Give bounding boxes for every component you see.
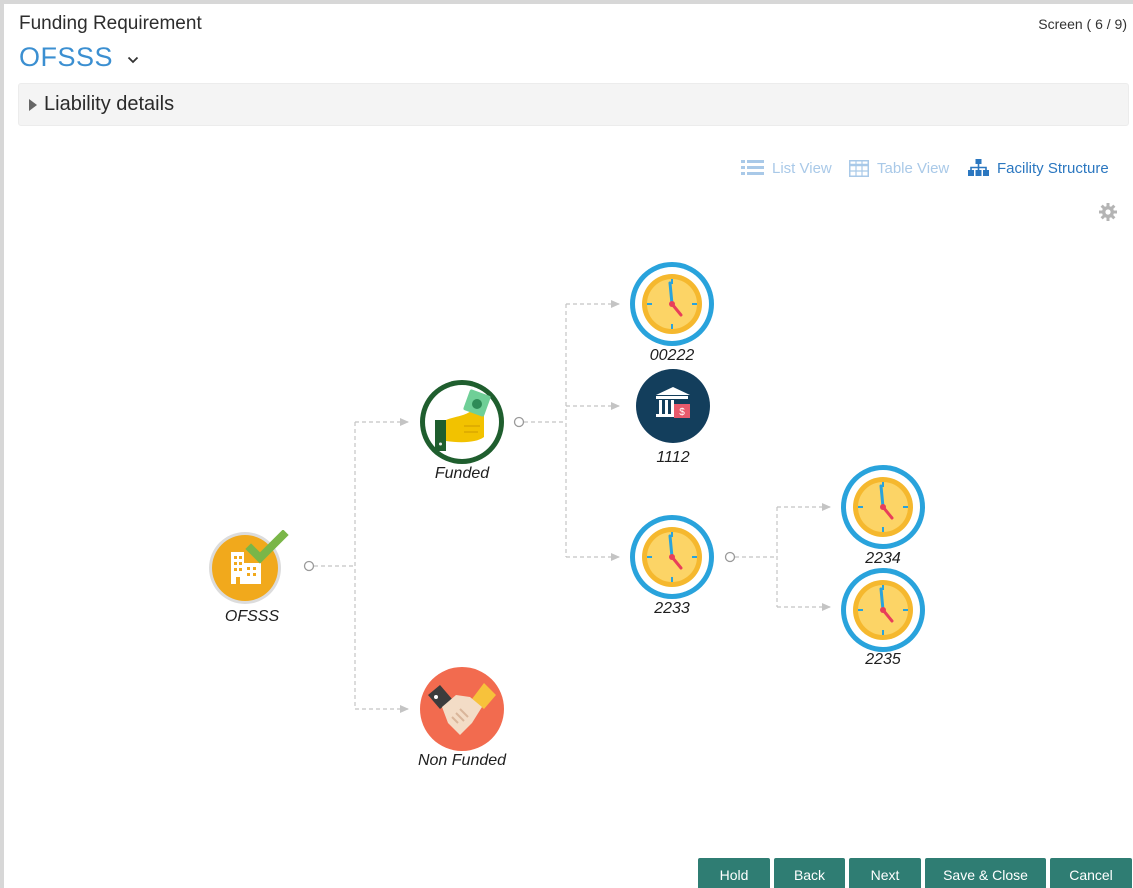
page-title: Funding Requirement — [19, 13, 202, 34]
facility-label-2233: 2233 — [654, 600, 690, 617]
list-view-label: List View — [772, 159, 832, 177]
building-check-icon — [209, 529, 289, 604]
back-button[interactable]: Back — [774, 858, 845, 888]
root-node-label: OFSSS — [224, 608, 280, 625]
handshake-icon — [420, 667, 504, 751]
bank-icon: $ — [636, 369, 710, 443]
non-funded-node[interactable] — [420, 667, 504, 751]
clock-icon — [630, 515, 714, 599]
facility-node-1112[interactable]: $ — [636, 369, 710, 443]
facility-node-2234[interactable] — [841, 465, 925, 549]
svg-text:$: $ — [679, 407, 685, 418]
table-view-toggle[interactable]: Table View — [849, 156, 949, 180]
non-funded-node-label: Non Funded — [417, 752, 507, 769]
funded-node[interactable] — [420, 380, 504, 464]
hierarchy-icon — [968, 159, 989, 177]
application-selector[interactable]: OFSSS — [19, 42, 139, 73]
table-view-label: Table View — [877, 159, 950, 177]
facility-label-1112: 1112 — [656, 449, 690, 466]
section-label: Liability details — [44, 93, 175, 115]
next-button[interactable]: Next — [849, 858, 921, 888]
table-icon — [849, 159, 869, 177]
clock-icon — [841, 465, 925, 549]
hold-button[interactable]: Hold — [698, 858, 770, 888]
gear-icon[interactable] — [1099, 203, 1117, 226]
root-node-ofsss[interactable] — [209, 529, 293, 606]
cancel-button[interactable]: Cancel — [1050, 858, 1132, 888]
screen-indicator: Screen ( 6 / 9) — [1038, 16, 1127, 32]
facility-node-00222[interactable] — [630, 262, 714, 346]
facility-node-2235[interactable] — [841, 568, 925, 652]
save-close-button[interactable]: Save & Close — [925, 858, 1046, 888]
liability-details-section[interactable]: Liability details — [18, 83, 1129, 126]
facility-label-2234: 2234 — [865, 550, 901, 567]
facility-structure-toggle[interactable]: Facility Structure — [968, 156, 1109, 180]
facility-label-2235: 2235 — [865, 651, 901, 668]
screen-frame — [0, 0, 1133, 888]
clock-icon — [630, 262, 714, 346]
chevron-down-icon — [127, 51, 139, 69]
hand-money-icon — [420, 380, 504, 464]
list-icon — [741, 159, 764, 177]
expand-caret-icon — [29, 98, 37, 111]
list-view-toggle[interactable]: List View — [741, 156, 832, 180]
application-name: OFSSS — [19, 42, 114, 72]
facility-structure-label: Facility Structure — [997, 159, 1109, 177]
clock-icon — [841, 568, 925, 652]
facility-node-2233[interactable] — [630, 515, 714, 599]
funded-node-label: Funded — [434, 465, 490, 482]
facility-label-00222: 00222 — [649, 347, 695, 364]
